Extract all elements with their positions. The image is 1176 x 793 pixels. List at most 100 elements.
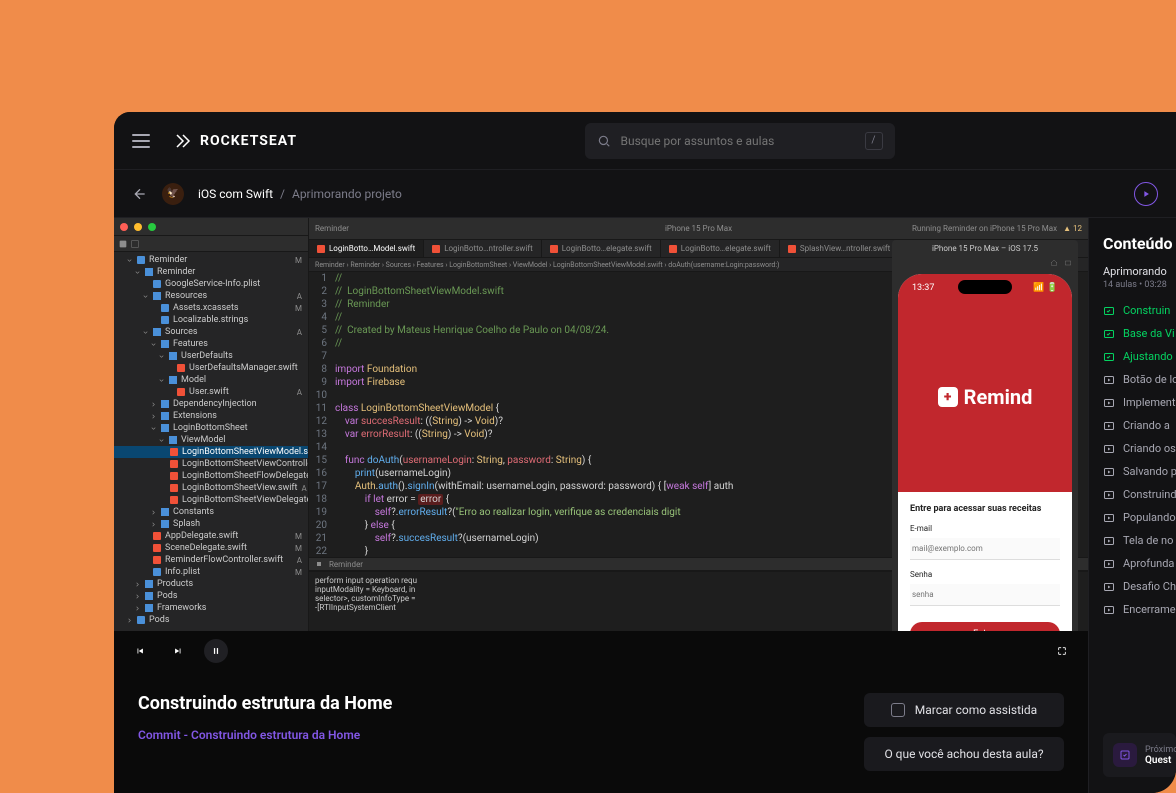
breadcrumb-course[interactable]: iOS com Swift	[198, 187, 273, 201]
tree-item[interactable]: Features	[114, 338, 308, 350]
build-status: Running Reminder on iPhone 15 Pro Max	[912, 224, 1057, 233]
editor-tab[interactable]: LoginBotto…Model.swift	[309, 240, 424, 257]
tree-item[interactable]: LoginBottomSheetFlowDelegate.s…A	[114, 470, 308, 482]
device-target[interactable]: iPhone 15 Pro Max	[665, 224, 732, 233]
content-item[interactable]: Salvando p	[1103, 465, 1176, 478]
tree-item[interactable]: ReminderM	[114, 254, 308, 266]
content-item[interactable]: Tela de no	[1103, 534, 1176, 547]
tree-item[interactable]: Reminder	[114, 266, 308, 278]
search-bar[interactable]: /	[585, 123, 895, 159]
close-window-icon[interactable]	[120, 223, 128, 231]
brand-name: ROCKETSEAT	[200, 133, 297, 149]
tree-item[interactable]: LoginBottomSheetViewDelegate.swiftA	[114, 494, 308, 506]
brand-logo[interactable]: ROCKETSEAT	[174, 132, 297, 150]
tree-item[interactable]: SourcesA	[114, 326, 308, 338]
xcode-topbar: Reminder iPhone 15 Pro Max Running Remin…	[309, 218, 1088, 240]
editor-tab[interactable]: LoginBotto…ntroller.swift	[424, 240, 542, 257]
tree-item[interactable]: Assets.xcassetsM	[114, 302, 308, 314]
minimize-window-icon[interactable]	[134, 223, 142, 231]
next-content-box[interactable]: Próximo Quest	[1103, 733, 1176, 777]
content-item[interactable]: Encerrame	[1103, 603, 1176, 616]
tree-item[interactable]: LoginBottomSheetViewModel.swiftA	[114, 446, 308, 458]
email-field[interactable]	[910, 538, 1060, 560]
xcode-window-controls	[114, 218, 308, 236]
commit-link[interactable]: Commit - Construindo estrutura da Home	[138, 728, 844, 742]
breadcrumb: iOS com Swift / Aprimorando projeto	[198, 187, 402, 201]
app-header: ROCKETSEAT /	[114, 112, 1176, 170]
tree-item[interactable]: UserDefaultsManager.swift	[114, 362, 308, 374]
content-item[interactable]: Criando os	[1103, 442, 1176, 455]
simulator-toolbar[interactable]	[892, 256, 1078, 270]
tree-item[interactable]: Splash	[114, 518, 308, 530]
warnings-badge[interactable]: ▲ 12	[1063, 224, 1082, 233]
next-button[interactable]	[166, 639, 190, 663]
app-logo: + Remind	[938, 385, 1033, 409]
scheme-name[interactable]: Reminder	[315, 224, 349, 233]
phone-notch	[958, 280, 1012, 294]
password-field[interactable]	[910, 584, 1060, 606]
xcode-navigator-tabs[interactable]	[114, 236, 308, 252]
content-item[interactable]: Base da Vi	[1103, 327, 1176, 340]
tree-item[interactable]: ResourcesA	[114, 290, 308, 302]
tree-item[interactable]: LoginBottomSheetViewController.swiftA	[114, 458, 308, 470]
hamburger-menu-icon[interactable]	[132, 134, 150, 148]
content-item[interactable]: Botão de lo	[1103, 373, 1176, 386]
login-sheet: Entre para acessar suas receitas E-mail …	[898, 492, 1072, 631]
search-input[interactable]	[621, 134, 855, 148]
tree-item[interactable]: Pods	[114, 614, 308, 626]
maximize-window-icon[interactable]	[148, 223, 156, 231]
tree-item[interactable]: LoginBottomSheet	[114, 422, 308, 434]
ios-simulator[interactable]: iPhone 15 Pro Max – iOS 17.5 13:37 📶 🔋	[892, 240, 1078, 631]
tree-item[interactable]: User.swiftA	[114, 386, 308, 398]
back-arrow-icon[interactable]	[132, 186, 148, 202]
content-item[interactable]: Ajustando	[1103, 350, 1176, 363]
video-controls	[114, 631, 1088, 671]
play-pause-button[interactable]	[204, 639, 228, 663]
play-circle-icon[interactable]	[1134, 182, 1158, 206]
screenshot-icon[interactable]	[1064, 259, 1072, 267]
phone-screen[interactable]: 13:37 📶 🔋 + Remind Entre para acessar su…	[898, 274, 1072, 631]
tree-item[interactable]: GoogleService-Info.plist	[114, 278, 308, 290]
tree-item[interactable]: Localizable.strings	[114, 314, 308, 326]
content-item[interactable]: Criando a	[1103, 419, 1176, 432]
tree-item[interactable]: ViewModel	[114, 434, 308, 446]
content-list: Construin Base da Vi Ajustando Botão de lo I…	[1103, 304, 1176, 733]
prev-button[interactable]	[128, 639, 152, 663]
feedback-button[interactable]: O que você achou desta aula?	[864, 737, 1064, 771]
editor-tab[interactable]: LoginBotto…elegate.swift	[661, 240, 780, 257]
tree-item[interactable]: SceneDelegate.swiftM	[114, 542, 308, 554]
tree-item[interactable]: Model	[114, 374, 308, 386]
tree-item[interactable]: Pods	[114, 590, 308, 602]
play-icon	[1103, 374, 1115, 386]
fullscreen-button[interactable]	[1050, 639, 1074, 663]
phone-hero: + Remind	[898, 302, 1072, 492]
tree-item[interactable]: AppDelegate.swiftM	[114, 530, 308, 542]
breadcrumb-section: Aprimorando projeto	[292, 187, 402, 201]
content-item[interactable]: Construind	[1103, 488, 1176, 501]
tree-item[interactable]: Extensions	[114, 410, 308, 422]
home-icon[interactable]	[1050, 259, 1058, 267]
console-target: Reminder	[329, 560, 363, 569]
tree-item[interactable]: ReminderFlowController.swiftA	[114, 554, 308, 566]
tree-item[interactable]: Info.plistM	[114, 566, 308, 578]
play-icon	[1103, 489, 1115, 501]
ide-video-frame[interactable]: ReminderMReminderGoogleService-Info.plis…	[114, 218, 1088, 631]
tree-item[interactable]: Products	[114, 578, 308, 590]
content-sidebar: Conteúdo Aprimorando 14 aulas • 03:28 Co…	[1088, 218, 1176, 793]
tree-item[interactable]: UserDefaults	[114, 350, 308, 362]
editor-tab[interactable]: SplashView…ntroller.swift	[780, 240, 899, 257]
tree-item[interactable]: LoginBottomSheetView.swiftA	[114, 482, 308, 494]
content-item[interactable]: Construin	[1103, 304, 1176, 317]
tree-item[interactable]: DependencyInjection	[114, 398, 308, 410]
content-item[interactable]: Implement	[1103, 396, 1176, 409]
login-button[interactable]: Entrar	[910, 622, 1060, 631]
editor-tab[interactable]: LoginBotto…elegate.swift	[542, 240, 661, 257]
content-item[interactable]: Desafio Ch	[1103, 580, 1176, 593]
file-tree[interactable]: ReminderMReminderGoogleService-Info.plis…	[114, 252, 308, 628]
mark-watched-button[interactable]: Marcar como assistida	[864, 693, 1064, 727]
tree-item[interactable]: Frameworks	[114, 602, 308, 614]
content-item[interactable]: Aprofunda	[1103, 557, 1176, 570]
lesson-info-section: Construindo estrutura da Home Commit - C…	[114, 671, 1088, 793]
tree-item[interactable]: Constants	[114, 506, 308, 518]
content-item[interactable]: Populando	[1103, 511, 1176, 524]
